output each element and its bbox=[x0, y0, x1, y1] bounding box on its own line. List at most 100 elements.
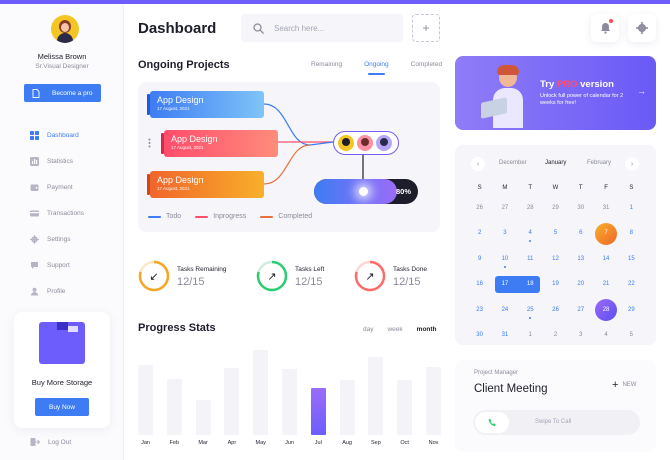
progress-knob[interactable] bbox=[359, 187, 368, 196]
calendar-day[interactable]: 17 bbox=[492, 272, 518, 298]
arrow-right-icon[interactable]: → bbox=[637, 86, 646, 96]
settings-button[interactable] bbox=[628, 14, 656, 42]
calendar-day[interactable]: 30 bbox=[467, 323, 492, 349]
task-label: Tasks Done bbox=[393, 266, 427, 273]
weekday-label: W bbox=[552, 185, 559, 191]
tab-remaining[interactable]: Remaining bbox=[311, 61, 342, 68]
calendar-day[interactable]: 31 bbox=[492, 323, 517, 349]
calendar-day[interactable]: 19 bbox=[543, 272, 568, 298]
sidebar-item-label: Support bbox=[47, 261, 70, 269]
calendar-day[interactable]: 21 bbox=[593, 272, 618, 298]
tab-ongoing[interactable]: Ongoing bbox=[364, 61, 389, 75]
calendar-day[interactable]: 27 bbox=[492, 195, 517, 221]
call-handle[interactable] bbox=[475, 412, 509, 433]
sidebar-item-dashboard[interactable]: Dashboard bbox=[30, 122, 84, 148]
sidebar-item-transactions[interactable]: Transactions bbox=[30, 200, 84, 226]
drag-handle-icon[interactable] bbox=[148, 138, 151, 148]
sidebar-item-settings[interactable]: Settings bbox=[30, 226, 84, 252]
pro-version-banner[interactable]: Try PRO version Unlock full power of cal… bbox=[455, 56, 656, 130]
chart-bar[interactable] bbox=[224, 367, 240, 435]
calendar-day[interactable]: 12 bbox=[543, 246, 568, 272]
chart-bar[interactable] bbox=[282, 368, 297, 435]
chart-bar[interactable] bbox=[138, 364, 153, 435]
calendar-day[interactable]: 28 bbox=[518, 195, 543, 221]
search-input[interactable] bbox=[274, 23, 384, 33]
calendar-prev-month[interactable]: December bbox=[499, 160, 527, 166]
calendar-day[interactable]: 8 bbox=[619, 221, 644, 247]
calendar-day[interactable]: 22 bbox=[619, 272, 644, 298]
chart-bar[interactable] bbox=[166, 378, 182, 435]
logout-link[interactable]: Log Out bbox=[30, 437, 71, 447]
calendar-day[interactable]: 10 bbox=[492, 246, 517, 272]
calendar-day[interactable]: 7 bbox=[593, 221, 618, 247]
calendar-day[interactable]: 16 bbox=[467, 272, 492, 298]
calendar-day[interactable]: 4 bbox=[518, 221, 543, 247]
calendar-day[interactable]: 31 bbox=[593, 195, 618, 221]
calendar-day[interactable]: 4 bbox=[593, 323, 618, 349]
tab-week[interactable]: week bbox=[387, 326, 402, 333]
chevron-left-icon[interactable]: ‹ bbox=[471, 157, 485, 171]
calendar-day[interactable]: 26 bbox=[543, 297, 568, 323]
chevron-right-icon[interactable]: › bbox=[625, 157, 639, 171]
swipe-to-call-slider[interactable]: Swipe To Call bbox=[473, 410, 640, 435]
calendar-day[interactable]: 30 bbox=[568, 195, 593, 221]
new-meeting-button[interactable]: + NEW bbox=[612, 379, 636, 391]
calendar-day[interactable]: 6 bbox=[568, 221, 593, 247]
project-card-completed[interactable]: App Design 17 August, 2021 bbox=[147, 171, 264, 198]
calendar-day[interactable]: 5 bbox=[619, 323, 644, 349]
chart-bar[interactable] bbox=[195, 399, 211, 435]
notifications-button[interactable] bbox=[591, 14, 619, 42]
chart-tick-label: Oct bbox=[400, 440, 409, 446]
calendar-day[interactable]: 23 bbox=[467, 297, 492, 323]
chart-bar[interactable] bbox=[339, 379, 355, 435]
calendar-day[interactable]: 25 bbox=[518, 297, 543, 323]
logout-icon bbox=[30, 438, 40, 446]
project-card-inprogress[interactable]: App Design 17 August, 2021 bbox=[161, 130, 278, 157]
calendar-day[interactable]: 15 bbox=[619, 246, 644, 272]
chart-bar[interactable] bbox=[397, 379, 413, 435]
sidebar-item-profile[interactable]: Profile bbox=[30, 278, 84, 304]
avatar[interactable] bbox=[51, 15, 79, 43]
calendar-day[interactable]: 29 bbox=[543, 195, 568, 221]
calendar-day[interactable]: 2 bbox=[467, 221, 492, 247]
tab-completed[interactable]: Completed bbox=[411, 61, 442, 68]
calendar-day[interactable]: 18 bbox=[517, 272, 543, 298]
sidebar-item-label: Statistics bbox=[47, 157, 74, 165]
calendar-day[interactable]: 29 bbox=[619, 297, 644, 323]
sidebar-item-support[interactable]: Support bbox=[30, 252, 84, 278]
become-pro-button[interactable]: Become a pro bbox=[24, 84, 101, 102]
progress-stats-tabs: day week month bbox=[363, 326, 451, 333]
calendar-day[interactable]: 28 bbox=[593, 297, 618, 323]
buy-now-button[interactable]: Buy Now bbox=[35, 398, 89, 416]
assignee-avatars[interactable] bbox=[333, 131, 399, 155]
calendar-day[interactable]: 11 bbox=[518, 246, 543, 272]
search-bar[interactable] bbox=[241, 14, 403, 42]
calendar-day[interactable]: 13 bbox=[568, 246, 593, 272]
calendar-day[interactable]: 26 bbox=[467, 195, 492, 221]
calendar-day[interactable]: 3 bbox=[568, 323, 593, 349]
calendar-current-month[interactable]: January bbox=[545, 160, 566, 166]
calendar-day[interactable]: 1 bbox=[619, 195, 644, 221]
chart-bar[interactable] bbox=[368, 357, 384, 435]
chart-bar[interactable] bbox=[426, 366, 441, 435]
tab-day[interactable]: day bbox=[363, 326, 373, 333]
calendar-day[interactable]: 2 bbox=[543, 323, 568, 349]
add-button[interactable]: + bbox=[412, 14, 440, 42]
chart-bar[interactable] bbox=[310, 388, 326, 435]
tab-month[interactable]: month bbox=[417, 326, 437, 333]
chart-bar[interactable] bbox=[253, 349, 269, 435]
calendar-day[interactable]: 3 bbox=[492, 221, 517, 247]
calendar-day[interactable]: 20 bbox=[568, 272, 593, 298]
chart-tick-label: Jul bbox=[314, 440, 322, 446]
calendar-day[interactable]: 14 bbox=[593, 246, 618, 272]
calendar-day[interactable]: 9 bbox=[467, 246, 492, 272]
calendar-day[interactable]: 24 bbox=[492, 297, 517, 323]
sidebar-item-payment[interactable]: Payment bbox=[30, 174, 84, 200]
calendar-day[interactable]: 27 bbox=[568, 297, 593, 323]
card-icon bbox=[30, 210, 39, 216]
project-card-todo[interactable]: App Design 17 August, 2021 bbox=[147, 91, 264, 118]
calendar-day[interactable]: 1 bbox=[518, 323, 543, 349]
calendar-day[interactable]: 5 bbox=[543, 221, 568, 247]
sidebar-item-statistics[interactable]: Statistics bbox=[30, 148, 84, 174]
calendar-next-month[interactable]: February bbox=[587, 160, 611, 166]
